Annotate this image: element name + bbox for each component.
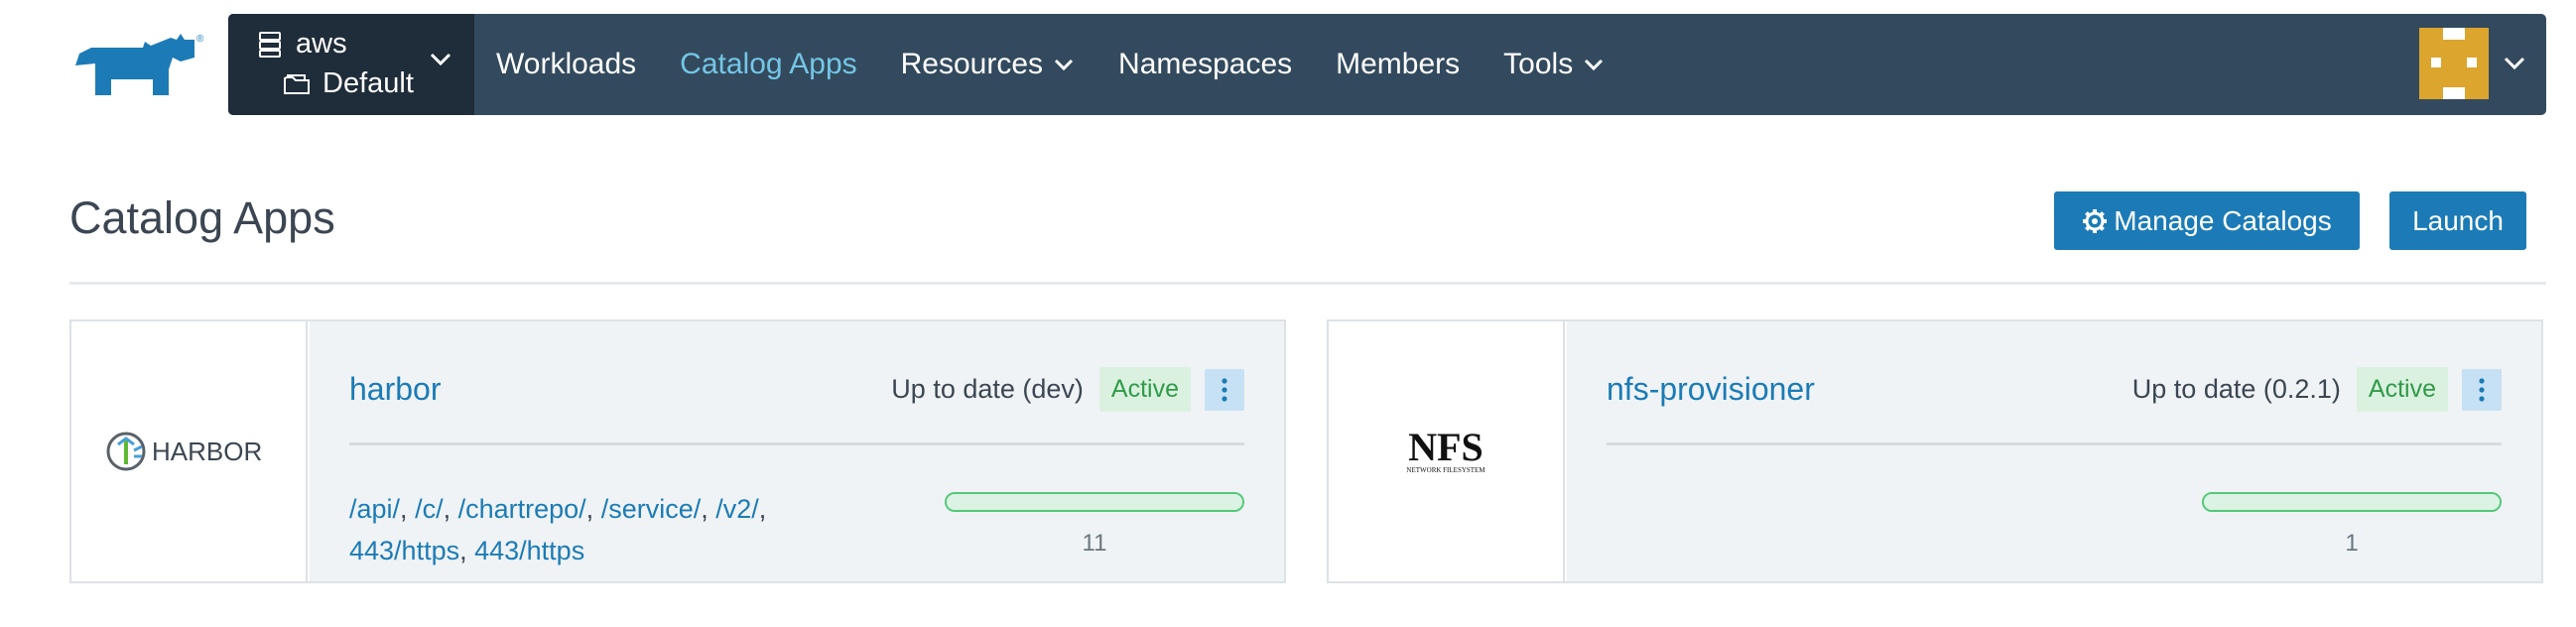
endpoint-separator: , (701, 494, 716, 524)
harbor-logo: HARBOR (106, 432, 262, 471)
harbor-logo-text: HARBOR (152, 437, 262, 466)
endpoint-separator: , (585, 494, 601, 524)
gear-icon (2083, 208, 2108, 233)
more-vertical-icon (1222, 377, 1227, 402)
chevron-down-icon[interactable] (429, 52, 452, 67)
nav-item-label: Members (1336, 48, 1461, 80)
card-divider (349, 442, 1244, 445)
app-logo: HARBOR (71, 321, 308, 581)
card-divider (1607, 442, 2502, 445)
status-badge: Active (1098, 367, 1191, 412)
endpoint-link[interactable]: 443/https (349, 536, 459, 565)
nav-item-label: Resources (900, 48, 1044, 80)
more-vertical-icon (2479, 377, 2485, 402)
project-selector[interactable]: Default (283, 67, 414, 100)
endpoint-link[interactable]: 443/https (474, 536, 584, 565)
actions-menu-button[interactable] (2462, 368, 2502, 411)
launch-label: Launch (2412, 204, 2504, 236)
progress-fill (2204, 494, 2500, 510)
project-name: Default (322, 67, 414, 99)
user-avatar (2419, 28, 2489, 99)
nav-item-catalog-apps[interactable]: Catalog Apps (658, 14, 878, 115)
main-menu: Workloads Catalog Apps Resources Namespaces… (474, 14, 1626, 115)
manage-catalogs-label: Manage Catalogs (2114, 204, 2332, 236)
endpoint-link[interactable]: /chartrepo/ (458, 494, 586, 524)
nav-item-members[interactable]: Members (1314, 14, 1481, 115)
top-navigation: aws Default Workloads Catalog Apps Resourc… (228, 14, 2546, 115)
chevron-down-icon (2504, 57, 2525, 70)
app-card-harbor: HARBOR harbor Up to date (dev) Active /a… (69, 319, 1286, 583)
page-title: Catalog Apps (69, 192, 335, 243)
nav-item-tools[interactable]: Tools (1481, 14, 1626, 115)
divider (69, 282, 2546, 285)
nfs-logo-text: NFS (1408, 427, 1483, 469)
chevron-down-icon (1585, 59, 1604, 71)
server-stack-icon (259, 31, 281, 58)
nav-item-workloads[interactable]: Workloads (474, 14, 658, 115)
cluster-selector[interactable]: aws (258, 28, 347, 61)
endpoint-links: /api/, /c/, /chartrepo/, /service/, /v2/… (349, 488, 865, 571)
endpoint-separator: , (758, 494, 767, 524)
nav-item-label: Tools (1503, 48, 1574, 80)
user-menu[interactable] (2419, 28, 2526, 99)
app-name-link[interactable]: nfs-provisioner (1607, 371, 1815, 408)
context-switcher[interactable]: aws Default (228, 14, 474, 115)
nav-item-label: Catalog Apps (680, 48, 857, 80)
progress-fill (947, 494, 1242, 510)
app-status: Up to date (dev) Active (891, 367, 1244, 412)
endpoint-link[interactable]: /api/ (349, 494, 400, 524)
app-status: Up to date (0.2.1) Active (2132, 367, 2502, 412)
actions-menu-button[interactable] (1205, 368, 1244, 411)
app-logo: NFS NETWORK FILESYSTEM (1329, 321, 1565, 581)
app-name-link[interactable]: harbor (349, 371, 442, 408)
launch-button[interactable]: Launch (2389, 191, 2526, 250)
pod-count: 1 (2345, 530, 2359, 557)
endpoint-separator: , (459, 536, 475, 565)
nfs-logo-subtext: NETWORK FILESYSTEM (1406, 466, 1485, 474)
nav-item-namespaces[interactable]: Namespaces (1096, 14, 1314, 115)
app-version: Up to date (0.2.1) (2131, 374, 2341, 404)
nav-item-resources[interactable]: Resources (879, 14, 1096, 115)
endpoint-link[interactable]: /v2/ (715, 494, 759, 524)
nav-item-label: Workloads (496, 48, 637, 80)
endpoint-separator: , (400, 494, 416, 524)
cluster-name: aws (296, 28, 347, 60)
pod-progress-bar (2202, 492, 2502, 512)
nfs-logo: NFS NETWORK FILESYSTEM (1406, 427, 1485, 474)
chevron-down-icon (1054, 59, 1074, 71)
nav-item-label: Namespaces (1118, 48, 1293, 80)
pod-progress-bar (945, 492, 1244, 512)
manage-catalogs-button[interactable]: Manage Catalogs (2054, 191, 2360, 250)
svg-text:®: ® (196, 34, 204, 45)
endpoint-link[interactable]: /c/ (415, 494, 444, 524)
app-card-body: harbor Up to date (dev) Active /api/, /c… (310, 321, 1284, 581)
folder-icon (284, 73, 310, 94)
rancher-logo[interactable]: ® (69, 30, 208, 101)
status-badge: Active (2356, 367, 2448, 412)
app-version: Up to date (dev) (891, 374, 1084, 404)
endpoint-link[interactable]: /service/ (601, 494, 702, 524)
app-card-nfs-provisioner: NFS NETWORK FILESYSTEM nfs-provisioner U… (1327, 319, 2543, 583)
app-card-body: nfs-provisioner Up to date (0.2.1) Activ… (1567, 321, 2541, 581)
pod-count: 11 (1082, 530, 1107, 557)
endpoint-separator: , (443, 494, 458, 524)
